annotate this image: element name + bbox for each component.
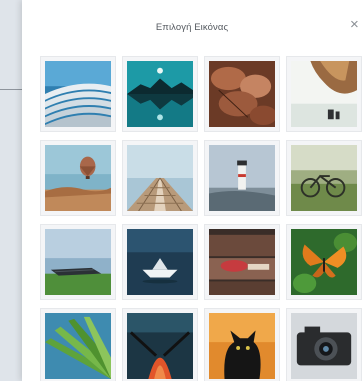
image-tile-architecture-waves[interactable] <box>40 56 116 132</box>
close-icon[interactable]: × <box>350 16 362 34</box>
image-tile-suitcase-vintage[interactable] <box>204 224 280 300</box>
image-tile-lighthouse[interactable] <box>204 140 280 216</box>
autumn-leaves-image <box>209 61 275 127</box>
image-tile-lake-mountain[interactable] <box>122 56 198 132</box>
wooden-pier-image <box>127 145 193 211</box>
image-tile-camera[interactable] <box>286 308 362 381</box>
palm-leaf-image <box>45 313 111 379</box>
image-tile-autumn-leaves[interactable] <box>204 56 280 132</box>
image-tile-palm-leaf[interactable] <box>40 308 116 381</box>
paper-boat-water-image <box>127 229 193 295</box>
lighthouse-image <box>209 145 275 211</box>
architecture-waves-image <box>45 61 111 127</box>
image-grid <box>40 56 362 381</box>
dialog-title: Επιλογή Εικόνας <box>155 22 229 33</box>
bicycle-field-image <box>291 145 357 211</box>
image-tile-wooden-pier[interactable] <box>122 140 198 216</box>
backdrop-divider <box>0 89 22 90</box>
dialog-header: Επιλογή Εικόνας × <box>22 0 362 56</box>
black-cat-image <box>209 313 275 379</box>
hot-air-balloon-sky-image <box>291 61 357 127</box>
image-tile-hot-air-balloon-desert[interactable] <box>40 140 116 216</box>
image-tile-black-cat[interactable] <box>204 308 280 381</box>
camera-image <box>291 313 357 379</box>
image-tile-boat-on-shore[interactable] <box>40 224 116 300</box>
image-tile-hot-air-balloon-sky[interactable] <box>286 56 362 132</box>
image-tile-paper-boat-water[interactable] <box>122 224 198 300</box>
boat-on-shore-image <box>45 229 111 295</box>
image-tile-kayak-sea[interactable] <box>122 308 198 381</box>
image-tile-butterfly-flower[interactable] <box>286 224 362 300</box>
image-tile-bicycle-field[interactable] <box>286 140 362 216</box>
butterfly-flower-image <box>291 229 357 295</box>
kayak-sea-image <box>127 313 193 379</box>
hot-air-balloon-desert-image <box>45 145 111 211</box>
suitcase-vintage-image <box>209 229 275 295</box>
lake-mountain-reflection-image <box>127 61 193 127</box>
image-picker-dialog: Επιλογή Εικόνας × <box>22 0 362 381</box>
